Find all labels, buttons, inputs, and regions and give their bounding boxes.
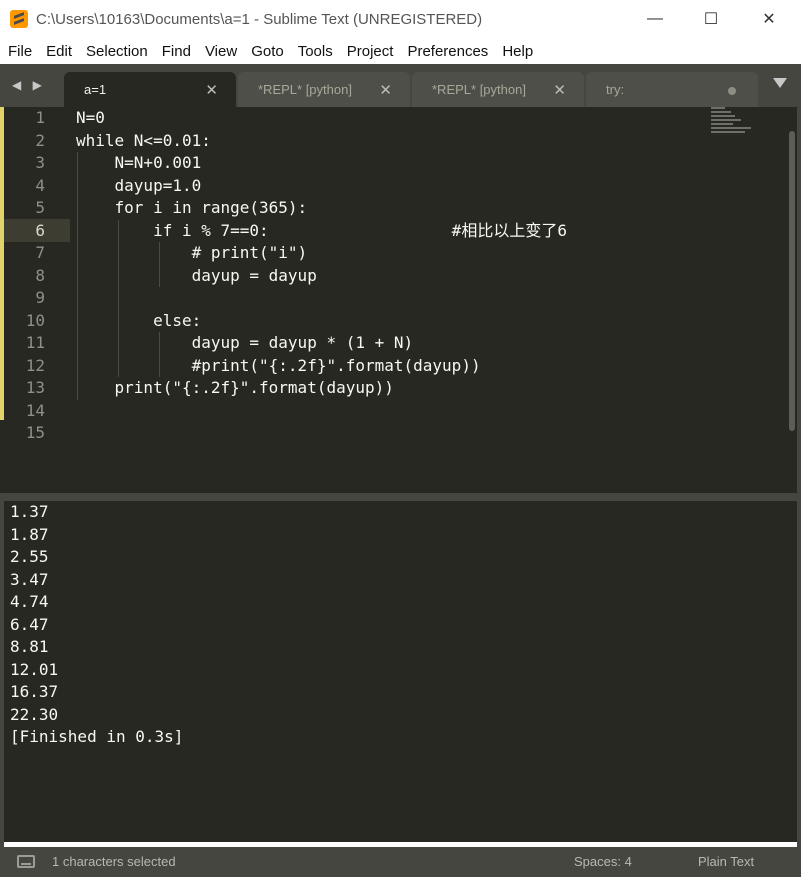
code-line[interactable]: if i % 7==0: #相比以上变了6 xyxy=(76,220,771,243)
code-line[interactable]: #print("{:.2f}".format(dayup)) xyxy=(76,355,771,378)
menu-preferences[interactable]: Preferences xyxy=(407,43,488,60)
output-line: 1.37 xyxy=(10,502,49,521)
line-number: 2 xyxy=(35,130,45,150)
panel-divider[interactable] xyxy=(0,493,801,501)
close-icon[interactable]: ✕ xyxy=(746,0,792,38)
code-line[interactable]: N=0 xyxy=(76,107,771,130)
output-line: 16.37 xyxy=(10,682,59,701)
output-finished-line: [Finished in 0.3s] xyxy=(10,727,184,746)
menu-bar: File Edit Selection Find View Goto Tools… xyxy=(0,38,801,64)
tab-close-icon[interactable]: ✕ xyxy=(205,81,218,99)
sublime-app-icon xyxy=(10,10,28,28)
line-number: 15 xyxy=(25,423,45,442)
tab-bar: ◀ ▶ a=1 ✕ *REPL* [python] ✕ *REPL* [pyth… xyxy=(0,64,801,107)
console-toggle-icon[interactable] xyxy=(17,855,35,868)
tab-repl-python-2[interactable]: *REPL* [python] ✕ xyxy=(412,72,584,107)
window-title: C:\Users\10163\Documents\a=1 - Sublime T… xyxy=(36,10,483,28)
output-line: 8.81 xyxy=(10,637,49,656)
tab-a1[interactable]: a=1 ✕ xyxy=(64,72,236,107)
selection-status: 1 characters selected xyxy=(52,854,176,869)
output-line: 12.01 xyxy=(10,659,59,679)
output-line: 2.55 xyxy=(10,547,49,566)
tab-label: a=1 xyxy=(84,82,107,97)
line-number: 1 xyxy=(35,108,45,127)
menu-find[interactable]: Find xyxy=(162,43,191,60)
code-line[interactable]: N=N+0.001 xyxy=(76,152,771,175)
menu-goto[interactable]: Goto xyxy=(251,43,284,60)
tab-close-icon[interactable]: ✕ xyxy=(553,81,566,99)
line-number: 11 xyxy=(25,333,45,352)
menu-selection[interactable]: Selection xyxy=(86,43,148,60)
menu-edit[interactable]: Edit xyxy=(46,43,72,60)
line-number: 12 xyxy=(25,355,45,375)
code-line[interactable] xyxy=(76,422,771,445)
indentation-setting[interactable]: Spaces: 4 xyxy=(574,854,632,869)
tab-try[interactable]: try: xyxy=(586,72,758,107)
tab-list-dropdown-icon[interactable] xyxy=(773,78,787,88)
window-frame-left xyxy=(0,501,4,847)
syntax-selector[interactable]: Plain Text xyxy=(698,854,754,869)
line-number: 7 xyxy=(35,243,45,262)
build-output-panel[interactable]: 1.37 1.87 2.55 3.47 4.74 6.47 8.81 12.01… xyxy=(4,501,797,842)
title-bar: C:\Users\10163\Documents\a=1 - Sublime T… xyxy=(0,0,801,38)
menu-project[interactable]: Project xyxy=(347,43,394,60)
code-line[interactable]: print("{:.2f}".format(dayup)) xyxy=(76,377,771,400)
menu-view[interactable]: View xyxy=(205,43,237,60)
maximize-icon[interactable]: ☐ xyxy=(688,0,734,38)
tab-close-icon[interactable]: ✕ xyxy=(379,81,392,99)
output-line: 22.30 xyxy=(10,704,59,724)
tab-label: *REPL* [python] xyxy=(258,82,352,97)
line-number: 14 xyxy=(25,400,45,420)
line-number: 10 xyxy=(25,310,45,330)
code-line[interactable]: # print("i") xyxy=(76,242,771,265)
tab-label: *REPL* [python] xyxy=(432,82,526,97)
editor-scrollbar[interactable] xyxy=(789,131,795,431)
output-line: 3.47 xyxy=(10,569,49,589)
status-bar: 1 characters selected Spaces: 4 Plain Te… xyxy=(0,847,801,877)
output-line: 1.87 xyxy=(10,524,49,544)
code-area[interactable]: N=0 while N<=0.01: N=N+0.001 dayup=1.0 f… xyxy=(76,107,771,445)
tab-label: try: xyxy=(606,82,625,97)
line-number: 4 xyxy=(35,175,45,195)
code-line[interactable]: for i in range(365): xyxy=(76,197,771,220)
minimap[interactable] xyxy=(711,107,771,147)
line-number: 13 xyxy=(25,378,45,397)
line-number: 9 xyxy=(35,288,45,307)
window-frame-right xyxy=(797,64,801,847)
code-line[interactable]: dayup = dayup * (1 + N) xyxy=(76,332,771,355)
tab-repl-python-1[interactable]: *REPL* [python] ✕ xyxy=(238,72,410,107)
code-line[interactable]: else: xyxy=(76,310,771,333)
unsaved-dot-icon xyxy=(728,87,736,95)
code-line[interactable] xyxy=(76,400,771,423)
code-line[interactable]: dayup = dayup xyxy=(76,265,771,288)
code-line[interactable]: dayup=1.0 xyxy=(76,175,771,198)
line-number: 8 xyxy=(35,265,45,285)
line-number-current: 6 xyxy=(35,220,45,240)
line-number: 5 xyxy=(35,198,45,217)
line-number-gutter: 1 2 3 4 5 6 7 8 9 10 11 12 13 14 15 xyxy=(4,107,70,445)
menu-help[interactable]: Help xyxy=(502,43,533,60)
output-line: 4.74 xyxy=(10,592,49,611)
tab-nav-arrows-icon[interactable]: ◀ ▶ xyxy=(12,78,46,92)
line-number: 3 xyxy=(35,153,45,172)
code-editor[interactable]: 1 2 3 4 5 6 7 8 9 10 11 12 13 14 15 N=0 … xyxy=(0,107,801,493)
menu-file[interactable]: File xyxy=(8,43,32,60)
code-line[interactable] xyxy=(76,287,771,310)
minimize-icon[interactable]: — xyxy=(632,0,678,38)
menu-tools[interactable]: Tools xyxy=(298,43,333,60)
output-line: 6.47 xyxy=(10,614,49,634)
code-line[interactable]: while N<=0.01: xyxy=(76,130,771,153)
